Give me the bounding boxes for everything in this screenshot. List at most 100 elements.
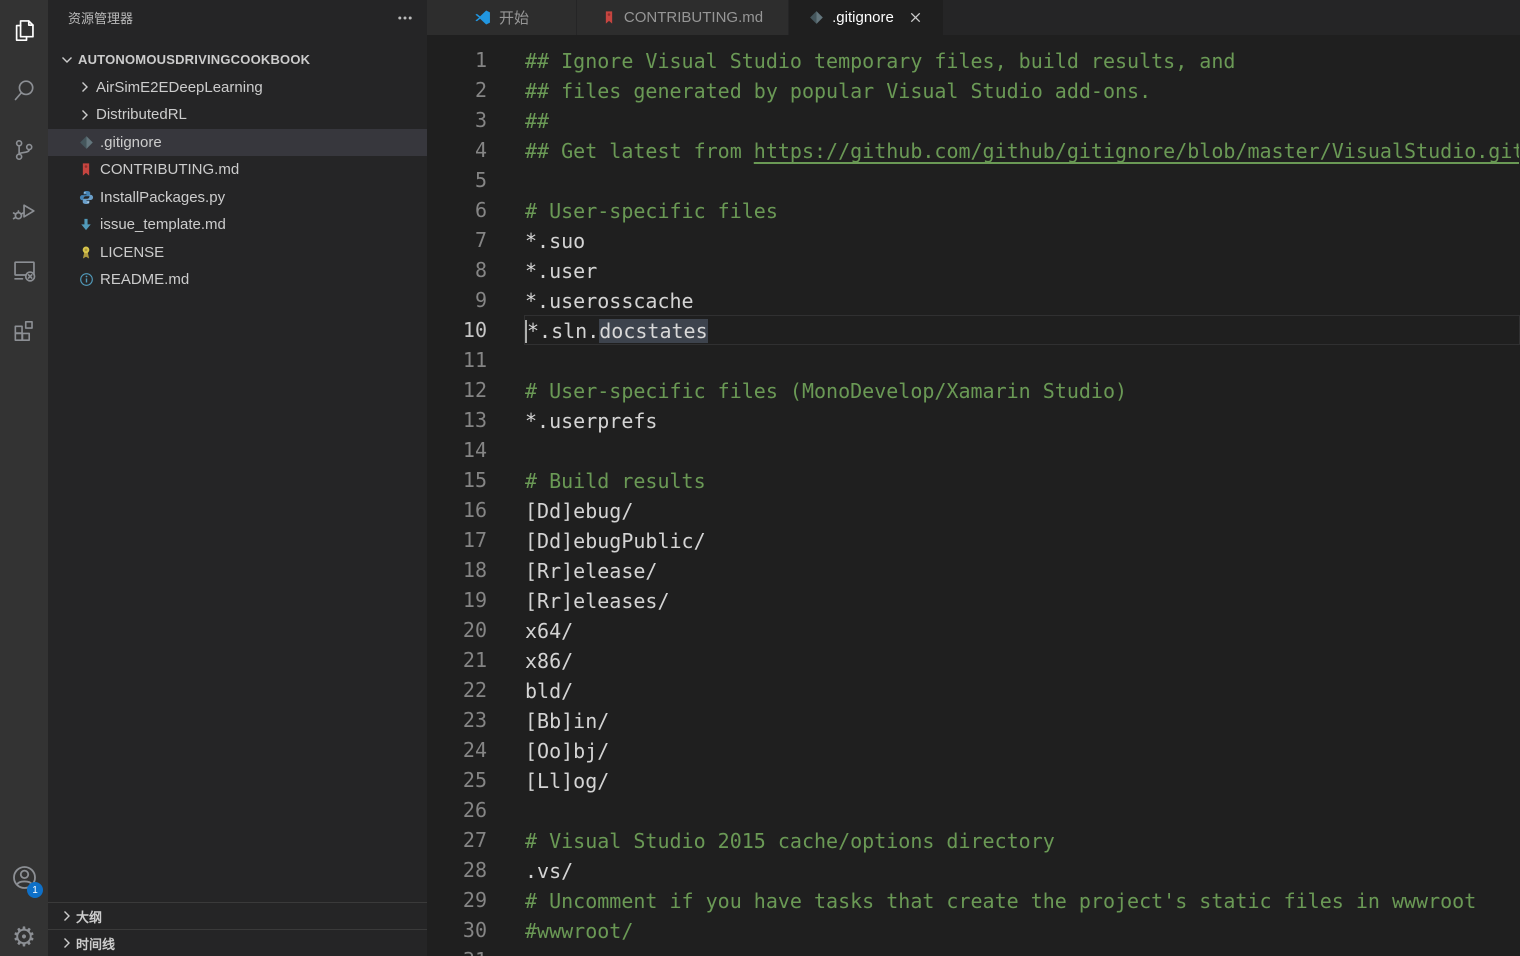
line-number: 26 (427, 795, 487, 825)
panel-header-outline[interactable]: 大纲 (48, 902, 427, 929)
close-icon[interactable] (908, 10, 923, 25)
code-line[interactable]: 6# User-specific files (427, 195, 1520, 225)
code-segment: [Rr]eleases/ (525, 589, 670, 613)
activity-item-run-debug[interactable] (0, 180, 48, 240)
line-number: 16 (427, 495, 487, 525)
code-line[interactable]: 31 (427, 945, 1520, 956)
code-text: [Ll]og/ (524, 765, 1520, 795)
tree-item-autonomousdrivingcookbook[interactable]: AUTONOMOUSDRIVINGCOOKBOOK (48, 46, 427, 74)
code-segment: [Dd]ebugPublic/ (525, 529, 706, 553)
tree-item-label: AirSimE2EDeepLearning (94, 79, 263, 96)
code-line[interactable]: 7*.suo (427, 225, 1520, 255)
code-line[interactable]: 12# User-specific files (MonoDevelop/Xam… (427, 375, 1520, 405)
tab--gitignore[interactable]: .gitignore (789, 0, 944, 35)
tree-item-airsime2edeeplearning[interactable]: AirSimE2EDeepLearning (48, 74, 427, 102)
code-line[interactable]: 20x64/ (427, 615, 1520, 645)
code-segment: # User-specific files (525, 199, 778, 223)
code-line[interactable]: 10*.sln.docstates (427, 315, 1520, 345)
code-text: x64/ (524, 615, 1520, 645)
tab-label: CONTRIBUTING.md (624, 9, 763, 26)
code-line[interactable]: 3## (427, 105, 1520, 135)
code-segment: [Bb]in/ (525, 709, 609, 733)
chevron-right-icon (58, 935, 76, 951)
code-line[interactable]: 13*.userprefs (427, 405, 1520, 435)
line-number: 13 (427, 405, 487, 435)
code-line[interactable]: 9*.userosscache (427, 285, 1520, 315)
tree-item-installpackages-py[interactable]: InstallPackages.py (48, 184, 427, 212)
arrow-down-icon (76, 217, 96, 232)
sidebar-title: 资源管理器 (68, 8, 133, 27)
activity-item-source-control[interactable] (0, 120, 48, 180)
code-line[interactable]: 25[Ll]og/ (427, 765, 1520, 795)
code-line[interactable]: 11 (427, 345, 1520, 375)
code-line[interactable]: 28.vs/ (427, 855, 1520, 885)
code-line[interactable]: 1## Ignore Visual Studio temporary files… (427, 45, 1520, 75)
code-line[interactable]: 18[Rr]elease/ (427, 555, 1520, 585)
code-line[interactable]: 19[Rr]eleases/ (427, 585, 1520, 615)
tree-item-label: .gitignore (98, 134, 162, 151)
code-editor[interactable]: 1## Ignore Visual Studio temporary files… (427, 35, 1520, 956)
code-line[interactable]: 15# Build results (427, 465, 1520, 495)
gear-icon: ⚙ (12, 924, 36, 951)
activity-item-explorer[interactable] (0, 0, 48, 60)
code-link[interactable]: https://github.com/github/gitignore/blob… (754, 139, 1520, 163)
code-segment: [Oo]bj/ (525, 739, 609, 763)
code-segment: # Visual Studio 2015 cache/options direc… (525, 829, 1055, 853)
search-icon (11, 77, 38, 104)
ellipsis-icon[interactable] (397, 10, 413, 26)
code-line[interactable]: 17[Dd]ebugPublic/ (427, 525, 1520, 555)
tab-开始[interactable]: 开始 (427, 0, 577, 35)
panel-label: 大纲 (76, 907, 102, 926)
tree-item-readme-md[interactable]: README.md (48, 266, 427, 294)
code-line[interactable]: 5 (427, 165, 1520, 195)
code-line[interactable]: 4## Get latest from https://github.com/g… (427, 135, 1520, 165)
activity-item-extensions[interactable] (0, 300, 48, 360)
line-number: 1 (427, 45, 487, 75)
code-line[interactable]: 2## files generated by popular Visual St… (427, 75, 1520, 105)
code-line[interactable]: 27# Visual Studio 2015 cache/options dir… (427, 825, 1520, 855)
run-debug-icon (11, 197, 38, 224)
tree-item--gitignore[interactable]: .gitignore (48, 129, 427, 157)
code-text: # User-specific files (524, 195, 1520, 225)
tab-label: .gitignore (832, 9, 894, 26)
code-segment: ## Get latest from (525, 139, 754, 163)
code-text: [Dd]ebug/ (524, 495, 1520, 525)
git-diamond-icon (809, 10, 824, 25)
panel-header-timeline[interactable]: 时间线 (48, 929, 427, 956)
tab-contributing-md[interactable]: CONTRIBUTING.md (577, 0, 789, 35)
vscode-window: 1 ⚙ 资源管理器 AUTONOMOUSDRIVINGCOOKBOOK AirSim… (0, 0, 1520, 956)
code-line[interactable]: 22bld/ (427, 675, 1520, 705)
code-segment: # Build results (525, 469, 706, 493)
tree-item-contributing-md[interactable]: CONTRIBUTING.md (48, 156, 427, 184)
code-line[interactable]: 23[Bb]in/ (427, 705, 1520, 735)
code-line[interactable]: 24[Oo]bj/ (427, 735, 1520, 765)
remote-monitor-icon (11, 257, 38, 284)
activity-item-search[interactable] (0, 60, 48, 120)
code-text: #wwwroot/ (524, 915, 1520, 945)
code-line[interactable]: 21x86/ (427, 645, 1520, 675)
line-number: 28 (427, 855, 487, 885)
code-line[interactable]: 30 #wwwroot/ (427, 915, 1520, 945)
code-line[interactable]: 16 [Dd]ebug/ (427, 495, 1520, 525)
tree-item-label: AUTONOMOUSDRIVINGCOOKBOOK (76, 52, 310, 67)
account-badge: 1 (27, 882, 43, 898)
activity-item-account[interactable]: 1 (0, 847, 48, 907)
code-segment: [Ll]og/ (525, 769, 609, 793)
code-line[interactable]: 26 (427, 795, 1520, 825)
code-text: [Dd]ebugPublic/ (524, 525, 1520, 555)
tree-item-label: README.md (98, 271, 189, 288)
code-segment: *.userosscache (525, 289, 694, 313)
code-line[interactable]: 8*.user (427, 255, 1520, 285)
tree-item-license[interactable]: LICENSE (48, 239, 427, 267)
code-segment: ## files generated by popular Visual Stu… (525, 79, 1151, 103)
tree-item-issue-template-md[interactable]: issue_template.md (48, 211, 427, 239)
file-tree: AUTONOMOUSDRIVINGCOOKBOOK AirSimE2EDeepLe… (48, 46, 427, 294)
code-segment: x86/ (525, 649, 573, 673)
activity-item-settings[interactable]: ⚙ (0, 907, 48, 956)
code-line[interactable]: 14 (427, 435, 1520, 465)
line-number: 30 (427, 915, 487, 945)
code-line[interactable]: 29# Uncomment if you have tasks that cre… (427, 885, 1520, 915)
line-number: 3 (427, 105, 487, 135)
tree-item-distributedrl[interactable]: DistributedRL (48, 101, 427, 129)
activity-item-remote-explorer[interactable] (0, 240, 48, 300)
